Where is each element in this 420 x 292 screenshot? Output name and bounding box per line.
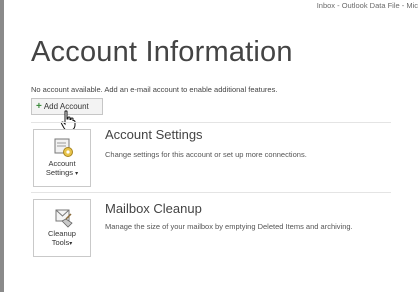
tile-label-line1: Cleanup [48,229,76,238]
plus-icon: + [36,101,42,112]
section-divider [31,192,391,193]
account-settings-icon [54,138,73,157]
tile-label-line2: Tools▾ [34,238,90,249]
account-settings-description: Change settings for this account or set … [105,150,307,159]
dropdown-caret-icon: ▾ [69,241,73,247]
tile-label-line1: Account [48,159,76,168]
dropdown-caret-icon: ▾ [75,171,79,177]
page-title: Account Information [31,36,293,68]
cleanup-tools-tile-label: Cleanup Tools▾ [34,229,90,249]
tile-label-text: Settings [45,168,73,177]
cleanup-tools-icon [55,209,73,228]
window-title: Inbox - Outlook Data File - Mic [316,1,418,10]
tile-label-text: Tools [51,238,70,247]
account-settings-title: Account Settings [105,127,203,142]
section-divider [31,122,391,123]
mailbox-cleanup-title: Mailbox Cleanup [105,201,202,216]
mailbox-cleanup-description: Manage the size of your mailbox by empty… [105,222,353,231]
account-settings-button[interactable]: Account Settings ▾ [33,129,91,187]
tile-label-line2: Settings ▾ [34,168,90,179]
account-settings-tile-label: Account Settings ▾ [34,159,90,179]
cleanup-tools-button[interactable]: Cleanup Tools▾ [33,199,91,257]
left-border [0,0,4,292]
no-account-message: No account available. Add an e-mail acco… [31,85,278,94]
